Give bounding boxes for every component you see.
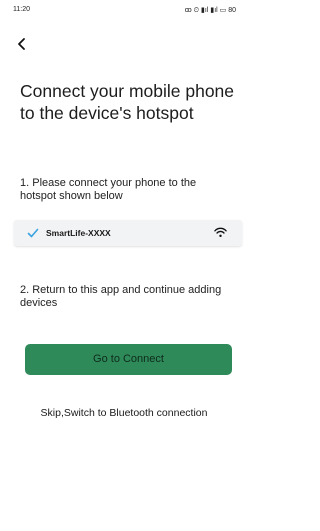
- step2-text: 2. Return to this app and continue addin…: [20, 284, 222, 309]
- step1-text: 1. Please connect your phone to the hots…: [20, 177, 197, 202]
- status-bar: 11:20 ꝏ ⏲ ▮ıl ▮ıl ▭ 80: [0, 0, 248, 20]
- switch-bluetooth-link[interactable]: Skip,Switch to Bluetooth connection: [0, 407, 248, 419]
- back-button[interactable]: [14, 36, 30, 52]
- hotspot-card[interactable]: SmartLife-XXXX: [14, 220, 242, 246]
- chevron-left-icon: [18, 38, 25, 50]
- page-title: Connect your mobile phone to the device'…: [20, 81, 235, 123]
- status-time: 11:20: [13, 6, 30, 13]
- go-to-connect-button[interactable]: Go to Connect: [25, 344, 232, 375]
- wifi-icon: [214, 227, 227, 238]
- status-icons: ꝏ ⏲ ▮ıl ▮ıl ▭ 80: [184, 7, 236, 14]
- check-icon: [27, 228, 39, 238]
- hotspot-name: SmartLife-XXXX: [46, 228, 111, 238]
